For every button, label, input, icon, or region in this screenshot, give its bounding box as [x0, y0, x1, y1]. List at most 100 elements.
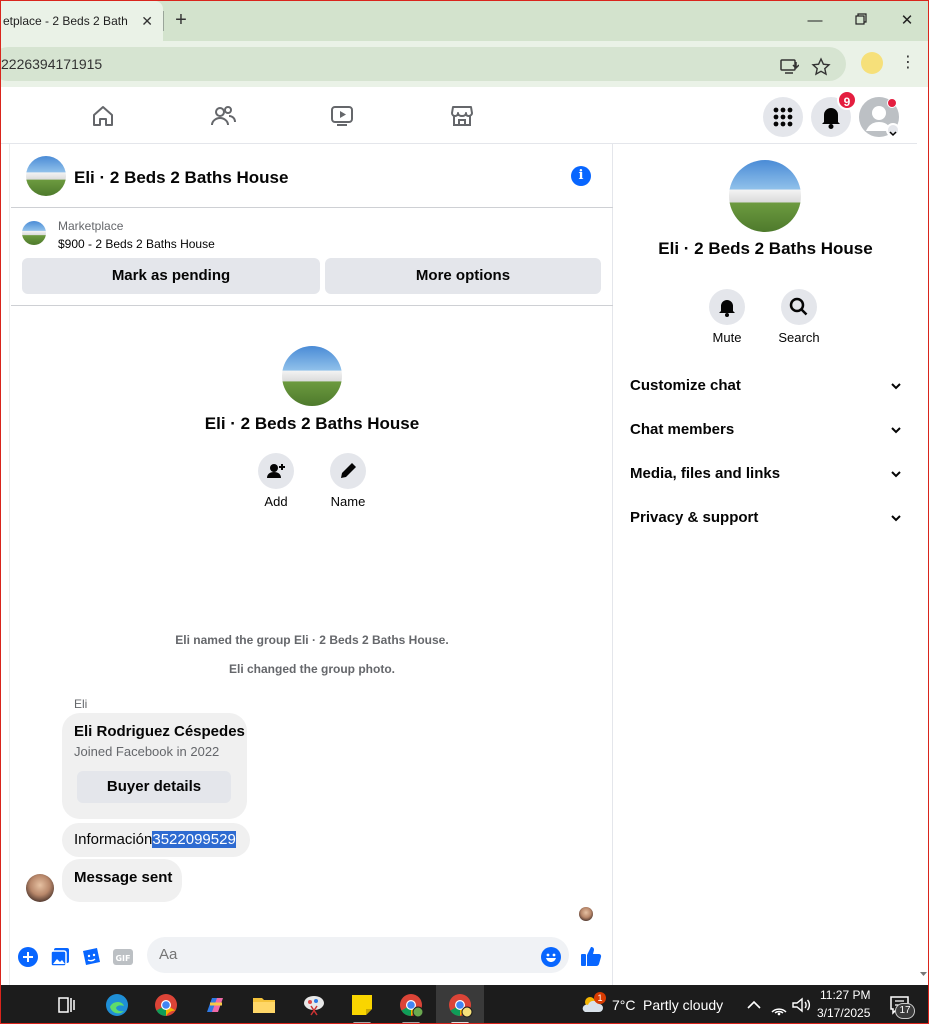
- windows-taskbar: 1 7°C Partly cloudy 11:27 PM 3/17/2025 1…: [1, 985, 928, 1023]
- copilot-icon[interactable]: [202, 992, 228, 1018]
- browser-tab-strip: etplace - 2 Beds 2 Bath ✕ + — ✕: [1, 1, 928, 41]
- volume-icon[interactable]: [788, 992, 814, 1018]
- mute-label: Mute: [712, 330, 742, 345]
- edge-browser-icon[interactable]: [104, 992, 130, 1018]
- message-input[interactable]: [147, 937, 569, 973]
- chevron-down-icon: [891, 427, 901, 434]
- screen: etplace - 2 Beds 2 Bath ✕ + — ✕ 22263941…: [0, 0, 929, 1024]
- minimize-icon[interactable]: —: [805, 11, 825, 31]
- system-message-photo: Eli changed the group photo.: [229, 662, 395, 676]
- video-icon[interactable]: [329, 103, 355, 129]
- browser-menu-icon[interactable]: ⋮: [899, 53, 917, 73]
- edit-name-button[interactable]: [330, 453, 366, 489]
- weather-condition[interactable]: Partly cloudy: [643, 997, 723, 1013]
- extension-icon[interactable]: [861, 52, 883, 74]
- clock-date[interactable]: 3/17/2025: [817, 1006, 870, 1020]
- info-icon[interactable]: i: [571, 166, 591, 186]
- bookmark-star-icon[interactable]: [811, 57, 831, 77]
- media-files-links-section[interactable]: Media, files and links: [630, 454, 902, 494]
- omnibox[interactable]: 2226394171915: [1, 47, 846, 81]
- tab-close-icon[interactable]: ✕: [141, 13, 153, 29]
- details-group-photo: [729, 160, 801, 232]
- tab-separator: [163, 11, 164, 31]
- address-bar-row: 2226394171915: [1, 41, 928, 87]
- group-photo: [282, 346, 342, 406]
- scroll-down-arrow-icon[interactable]: [917, 969, 929, 979]
- notification-count-badge: 9: [837, 90, 857, 110]
- chat-title[interactable]: Eli · 2 Beds 2 Baths House: [74, 168, 288, 188]
- seen-by-avatar: [579, 907, 593, 921]
- svg-text:GIF: GIF: [115, 954, 130, 963]
- browser-tab-active[interactable]: etplace - 2 Beds 2 Bath ✕: [1, 1, 163, 41]
- snipping-tool-icon[interactable]: [301, 992, 327, 1018]
- selected-phone-number[interactable]: 3522099529: [152, 831, 236, 848]
- customize-chat-label: Customize chat: [630, 377, 741, 394]
- home-icon[interactable]: [90, 103, 116, 129]
- sender-avatar[interactable]: [26, 874, 54, 902]
- chrome-active-window-icon[interactable]: [447, 992, 473, 1018]
- privacy-support-label: Privacy & support: [630, 509, 759, 526]
- sent-message-bubble: Message sent: [62, 859, 182, 902]
- chat-members-label: Chat members: [630, 421, 735, 438]
- menu-grid-button[interactable]: [763, 97, 803, 137]
- search-button[interactable]: [781, 289, 817, 325]
- close-window-icon[interactable]: ✕: [897, 11, 917, 31]
- gif-icon[interactable]: GIF: [113, 947, 133, 967]
- add-label: Add: [264, 494, 288, 509]
- mute-button[interactable]: [709, 289, 745, 325]
- sent-message-text: Message sent: [74, 869, 173, 886]
- task-view-icon[interactable]: [54, 992, 80, 1018]
- info-message-text: Información: [74, 831, 153, 848]
- new-tab-button[interactable]: +: [171, 9, 191, 31]
- chevron-down-icon: [891, 515, 901, 522]
- name-label: Name: [330, 494, 366, 509]
- more-options-button[interactable]: More options: [325, 258, 601, 294]
- tab-title: etplace - 2 Beds 2 Bath: [3, 14, 128, 28]
- emoji-icon[interactable]: [541, 947, 561, 967]
- weather-alert-badge: 1: [594, 992, 606, 1004]
- system-message-named: Eli named the group Eli · 2 Beds 2 Baths…: [175, 633, 449, 647]
- privacy-support-section[interactable]: Privacy & support: [630, 498, 902, 538]
- install-app-icon[interactable]: [779, 57, 800, 77]
- restore-icon[interactable]: [851, 11, 871, 31]
- group-avatar[interactable]: [26, 156, 66, 196]
- thumbs-up-icon[interactable]: [580, 945, 602, 967]
- customize-chat-section[interactable]: Customize chat: [630, 366, 902, 406]
- url-text[interactable]: 2226394171915: [1, 56, 102, 72]
- show-hidden-icons-icon[interactable]: [741, 992, 767, 1018]
- sticky-notes-icon[interactable]: [349, 992, 375, 1018]
- chevron-down-icon: [891, 471, 901, 478]
- chevron-down-icon: [891, 383, 901, 390]
- marketplace-card: Marketplace $900 - 2 Beds 2 Baths House …: [11, 209, 613, 306]
- search-label: Search: [778, 330, 820, 345]
- marketplace-icon[interactable]: [449, 103, 475, 129]
- conversation-details-panel: Eli · 2 Beds 2 Baths House Mute Search C…: [614, 144, 917, 985]
- notification-count: 17: [895, 1003, 915, 1019]
- mark-as-pending-button[interactable]: Mark as pending: [22, 258, 320, 294]
- listing-price-title[interactable]: $900 - 2 Beds 2 Baths House: [58, 237, 215, 251]
- clock-time[interactable]: 11:27 PM: [820, 988, 870, 1002]
- add-people-button[interactable]: [258, 453, 294, 489]
- details-title: Eli · 2 Beds 2 Baths House: [658, 239, 873, 258]
- file-explorer-icon[interactable]: [251, 992, 277, 1018]
- buyer-name: Eli Rodriguez Céspedes: [74, 723, 245, 740]
- photo-icon[interactable]: [50, 947, 70, 967]
- chrome-icon[interactable]: [153, 992, 179, 1018]
- buyer-joined: Joined Facebook in 2022: [74, 744, 220, 759]
- friends-icon[interactable]: [210, 103, 236, 129]
- left-scroll-gutter: [1, 144, 10, 985]
- chat-panel: Eli · 2 Beds 2 Baths House i Marketplace…: [11, 144, 613, 985]
- temperature[interactable]: 7°C: [612, 997, 636, 1013]
- plus-circle-icon[interactable]: [18, 947, 38, 967]
- marketplace-label: Marketplace: [58, 219, 124, 233]
- sticker-icon[interactable]: [81, 947, 101, 967]
- chat-header: Eli · 2 Beds 2 Baths House i: [11, 144, 613, 208]
- buyer-details-button[interactable]: Buyer details: [77, 771, 231, 803]
- chrome-profile-icon[interactable]: [398, 992, 424, 1018]
- account-dropdown-icon[interactable]: [886, 123, 900, 137]
- page-scrollbar[interactable]: [917, 144, 929, 985]
- chat-members-section[interactable]: Chat members: [630, 410, 902, 450]
- message-composer: GIF: [11, 934, 613, 985]
- sender-name: Eli: [74, 697, 88, 711]
- account-alert-dot: [887, 98, 897, 108]
